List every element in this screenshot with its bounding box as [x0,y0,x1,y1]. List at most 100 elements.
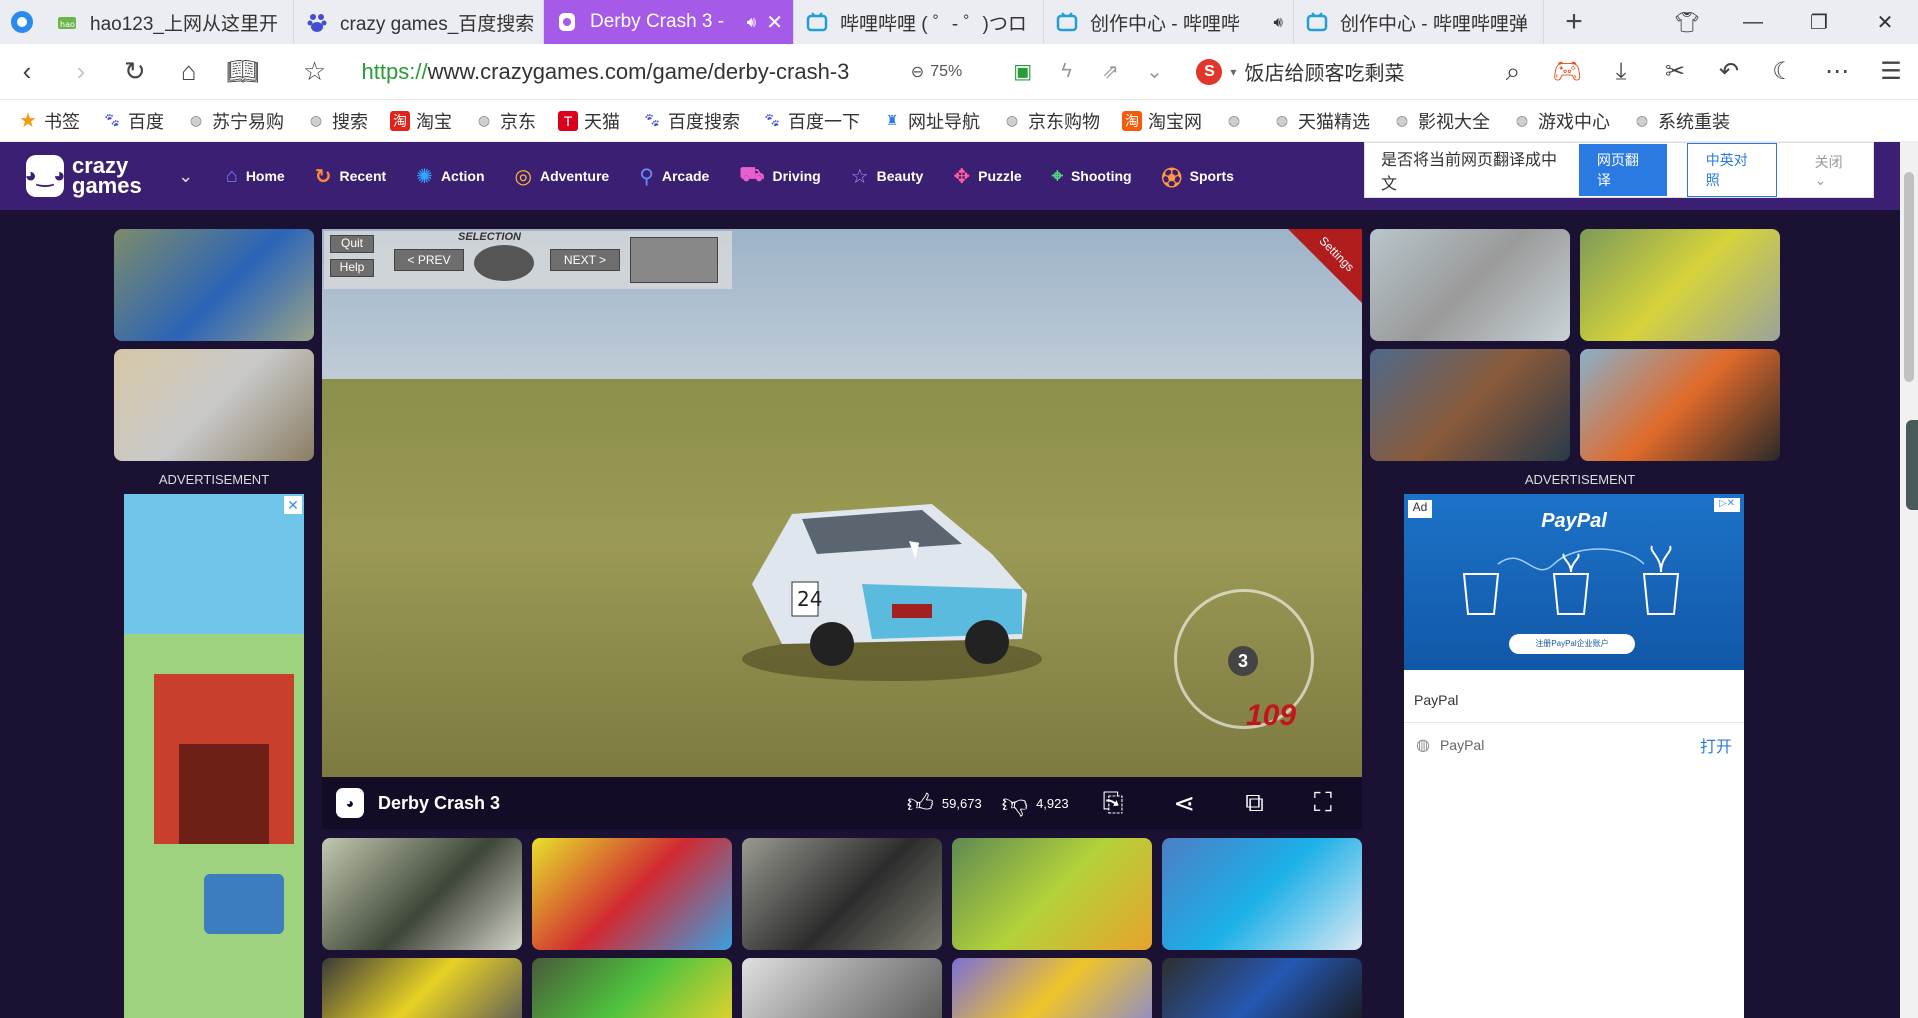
adchoices-icon[interactable]: ▷✕ [1714,498,1740,512]
reload-icon[interactable]: ↻ [108,44,162,100]
translate-button[interactable]: 网页翻译 [1578,144,1667,196]
game-thumbnail[interactable] [1580,229,1780,341]
new-tab-button[interactable]: + [1544,0,1604,44]
game-thumbnail[interactable] [322,958,522,1018]
nav-beauty[interactable]: ☆ Beauty [851,162,924,191]
back-icon[interactable]: ‹ [0,44,54,100]
bookmark-item[interactable]: ◍ 京东 [474,108,536,134]
close-translate-button[interactable]: 关闭 ⌄ [1797,146,1873,195]
bookmark-star-icon[interactable]: ☆ [288,44,342,100]
forward-icon[interactable]: › [54,44,108,100]
home-icon[interactable]: ⌂ [162,44,216,100]
game-thumbnail[interactable] [952,958,1152,1018]
nav-home[interactable]: ⌂ Home [226,162,285,191]
nav-driving[interactable]: ⛟ Driving [739,162,820,191]
lightning-icon[interactable]: ϟ [1045,60,1089,83]
scissors-icon[interactable]: ✂ [1648,57,1702,86]
nav-adventure[interactable]: ◎ Adventure [515,162,610,191]
search-engine-dropdown-icon[interactable]: ▾ [1230,65,1236,79]
compat-mode-icon[interactable]: ▣ [1001,59,1045,84]
bookmark-item[interactable]: ★ 书签 [18,108,80,134]
nav-puzzle[interactable]: ✥ Puzzle [953,162,1021,191]
side-widget-handle[interactable] [1906,420,1918,510]
game-thumbnail[interactable] [952,838,1152,950]
bookmark-item[interactable]: ◍ 京东购物 [1002,108,1100,134]
url-field[interactable]: https://www.crazygames.com/game/derby-cr… [362,59,911,85]
bookmark-item[interactable]: 淘淘宝 [390,108,452,134]
minimize-button[interactable]: — [1720,0,1786,44]
embed-icon[interactable]: ⎘ [1103,787,1124,819]
ad-cta-row[interactable]: ◍ PayPal 打开 [1404,722,1744,766]
tab-creator-center-1[interactable]: 创作中心 - 哔哩哔 🔊︎ [1044,0,1294,44]
nav-action[interactable]: ✺ Action [416,162,484,191]
left-advertisement[interactable]: ✕ [124,494,304,1018]
speaker-icon[interactable]: 🔊︎ [1274,14,1283,31]
download-icon[interactable]: ⤓ [1594,57,1648,86]
game-thumbnail[interactable] [322,838,522,950]
quit-button[interactable]: Quit [330,235,374,253]
share-icon[interactable]: ⋖ [1173,788,1195,819]
tab-hao123[interactable]: hao hao123_上网从这里开 [44,0,294,44]
game-thumbnail[interactable] [1580,349,1780,461]
chevron-down-icon[interactable]: ⌄ [166,166,206,187]
nav-recent[interactable]: ↻ Recent [315,162,386,191]
prev-button[interactable]: < PREV [394,249,464,271]
nav-arcade[interactable]: ⚲ Arcade [639,162,709,191]
share-icon[interactable]: ⇗ [1089,59,1133,84]
bookmark-item[interactable]: 淘淘宝网 [1122,108,1202,134]
help-button[interactable]: Help [330,259,374,277]
nav-shooting[interactable]: ⌖ Shooting [1052,162,1132,191]
search-box[interactable]: S ▾ 饭店给顾客吃剩菜 [1196,57,1486,86]
bookmark-item[interactable]: 🐾︎ 百度 [102,108,164,134]
fullscreen-icon[interactable]: ⛶ [1314,787,1332,819]
dislike-button[interactable]: 👎︎ 4,923 [1002,788,1069,819]
scrollbar-thumb[interactable] [1904,172,1914,382]
bookmark-item[interactable]: ◍ [1224,111,1250,131]
signup-pill-button[interactable]: 注册PayPal企业账户 [1509,634,1635,654]
game-thumbnail[interactable] [114,229,314,341]
bookmark-item[interactable]: ◍ 天猫精选 [1272,108,1370,134]
more-icon[interactable]: ⋯ [1810,57,1864,86]
search-icon[interactable]: ⌕ [1486,44,1540,100]
like-button[interactable]: 👍︎ 59,673 [907,788,982,819]
restore-button[interactable]: ❐ [1786,0,1852,44]
bookmark-item[interactable]: ◍ 系统重装 [1632,108,1730,134]
close-ad-icon[interactable]: ✕ [284,496,302,514]
bookmark-item[interactable]: ◍ 游戏中心 [1512,108,1610,134]
tab-derby-crash-3[interactable]: Derby Crash 3 - 🔊︎ ✕ [544,0,794,44]
game-controller-icon[interactable]: 🎮︎ [1540,57,1594,86]
bookmark-item[interactable]: 🐾︎ 百度搜索 [642,108,740,134]
bookmark-item[interactable]: ◍ 苏宁易购 [186,108,284,134]
next-button[interactable]: NEXT > [550,249,620,271]
tab-bilibili[interactable]: 哔哩哔哩 ( ゜- ゜)つロ [794,0,1044,44]
speaker-icon[interactable]: 🔊︎ [747,14,756,31]
zoom-indicator[interactable]: ⊖ 75% [911,62,1001,82]
game-thumbnail[interactable] [1162,838,1362,950]
game-thumbnail[interactable] [742,958,942,1018]
game-thumbnail[interactable] [532,958,732,1018]
crazygames-logo[interactable]: ◕‿◕ crazy games [25,155,142,197]
game-thumbnail[interactable] [742,838,942,950]
night-mode-icon[interactable]: ☾ [1756,57,1810,86]
close-tab-icon[interactable]: ✕ [766,10,783,35]
map-preview[interactable] [630,237,718,283]
game-canvas[interactable]: 24 Quit Help SELECTION < PREV NEXT > Set… [322,229,1362,777]
nav-sports[interactable]: ⚽︎ Sports [1162,162,1234,191]
menu-icon[interactable]: ☰ [1864,57,1918,86]
page-scrollbar[interactable] [1900,142,1918,1018]
theater-mode-icon[interactable]: ⧉ [1245,787,1264,819]
bilingual-button[interactable]: 中英对照 [1686,143,1777,197]
close-window-button[interactable]: ✕ [1852,0,1918,44]
bookmark-item[interactable]: 🐾︎ 百度一下 [762,108,860,134]
game-thumbnail[interactable] [1370,229,1570,341]
right-advertisement[interactable]: Ad PayPal 注册PayPal企业账户 ▷✕ PayPal ◍ PayPa… [1404,494,1744,1018]
tab-creator-center-2[interactable]: 创作中心 - 哔哩哔哩弹 [1294,0,1544,44]
open-ad-button[interactable]: 打开 [1700,733,1732,757]
paypal-banner[interactable]: Ad PayPal 注册PayPal企业账户 ▷✕ [1404,494,1744,670]
game-thumbnail[interactable] [532,838,732,950]
tab-crazy-games-search[interactable]: crazy games_百度搜索 [294,0,544,44]
undo-icon[interactable]: ↶ [1702,57,1756,86]
game-thumbnail[interactable] [1162,958,1362,1018]
reader-icon[interactable]: 📖︎ [216,44,270,100]
bookmark-item[interactable]: T 天猫 [558,108,620,134]
